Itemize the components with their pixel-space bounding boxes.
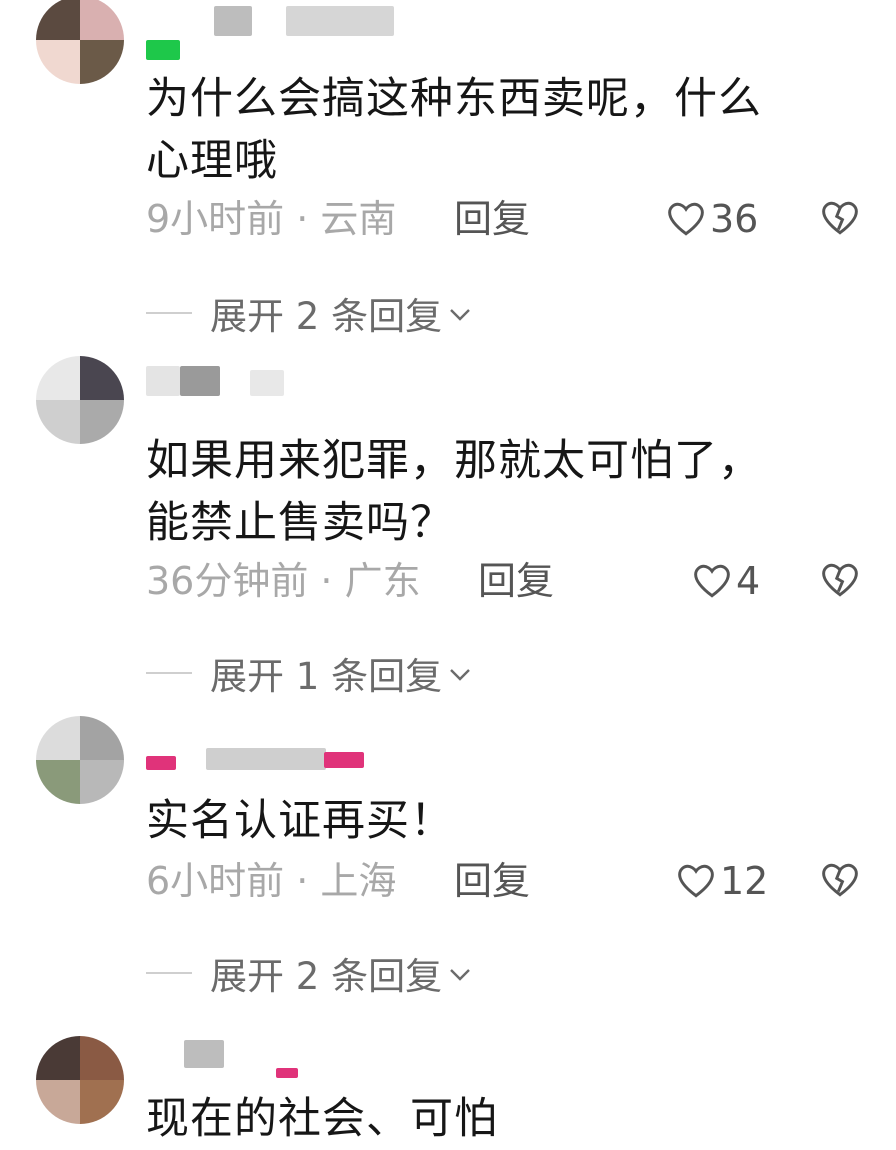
like-button[interactable]: 36 [666,194,758,244]
avatar[interactable] [36,716,124,804]
username[interactable] [146,1038,346,1078]
chevron-down-icon [450,669,470,681]
divider [146,312,192,314]
reply-button[interactable]: 回复 [454,856,530,906]
user-badge-secondary [324,752,364,768]
heart-icon [678,864,714,898]
comment-text: 现在的社会、可怕 [146,1094,498,1144]
comment-time-location: 6小时前 · 上海 [146,859,397,903]
heart-icon [668,202,704,236]
like-button[interactable]: 4 [692,556,760,606]
divider [146,672,192,674]
like-count: 36 [710,197,759,241]
avatar[interactable] [36,0,124,84]
comment-text: 如果用来犯罪，那就太可怕了， 能禁止售卖吗？ [146,436,762,548]
comment-time-location: 36分钟前 · 广东 [146,559,421,603]
like-count: 12 [720,859,769,903]
reply-button[interactable]: 回复 [478,556,554,606]
username[interactable] [146,362,346,402]
comment-meta: 36分钟前 · 广东 回复 4 [146,556,860,606]
dislike-button[interactable] [820,198,860,248]
broken-heart-icon [822,863,858,897]
like-count: 4 [736,559,761,603]
user-badge [146,756,176,770]
dislike-button[interactable] [820,860,860,910]
comment-text: 实名认证再买！ [146,796,454,846]
dislike-button[interactable] [820,560,860,610]
expand-replies-label: 展开 1 条回复 [210,655,443,698]
expand-replies-label: 展开 2 条回复 [210,955,443,998]
broken-heart-icon [822,201,858,235]
username[interactable] [146,742,386,782]
reply-button[interactable]: 回复 [454,194,530,244]
expand-replies-label: 展开 2 条回复 [210,295,443,338]
avatar[interactable] [36,1036,124,1124]
chevron-down-icon [450,969,470,981]
comment-meta: 6小时前 · 上海 回复 12 [146,856,860,906]
like-button[interactable]: 12 [676,856,768,906]
expand-replies-button[interactable]: 展开 2 条回复 [146,288,472,338]
divider [146,972,192,974]
comment-text: 为什么会搞这种东西卖呢，什么 心理哦 [146,74,762,186]
chevron-down-icon [450,309,470,321]
broken-heart-icon [822,563,858,597]
heart-icon [694,564,730,598]
username[interactable] [146,2,406,60]
user-badge [146,40,180,60]
expand-replies-button[interactable]: 展开 1 条回复 [146,648,472,698]
expand-replies-button[interactable]: 展开 2 条回复 [146,948,472,998]
comment-meta: 9小时前 · 云南 回复 36 [146,194,860,244]
avatar[interactable] [36,356,124,444]
comment-time-location: 9小时前 · 云南 [146,197,397,241]
user-badge [276,1068,298,1078]
